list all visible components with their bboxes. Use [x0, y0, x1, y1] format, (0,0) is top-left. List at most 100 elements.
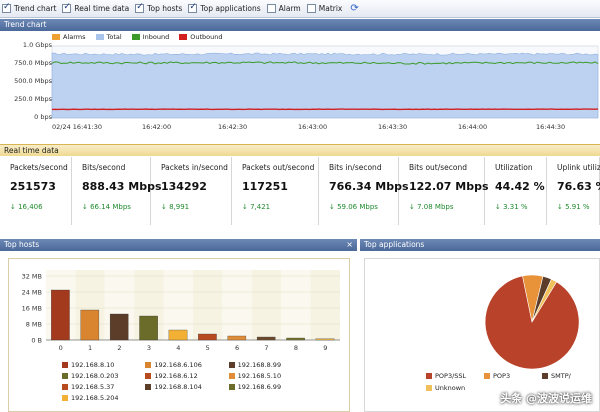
top-hosts-legend: 192.168.8.10 192.168.6.106 192.168.8.99 192… — [62, 361, 312, 402]
y-tick-label: 16 MB — [22, 305, 42, 313]
metric-value: 134292 — [161, 180, 207, 193]
legend-swatch — [62, 362, 68, 368]
top-hosts-panel: 32 MB 24 MB 16 MB 8 MB 0 B 0 1 2 3 4 5 6 7 8 9 192.168… — [0, 252, 357, 412]
bar-host-0[interactable] — [51, 289, 70, 341]
metric-value: 44.42 % — [495, 180, 545, 193]
metric-delta: ↓ 66.14 Mbps — [82, 203, 131, 211]
legend-swatch — [484, 373, 490, 379]
metric-delta: ↓ 8,991 — [161, 203, 190, 211]
bar-host-7[interactable] — [256, 336, 276, 341]
x-tick-label: 16:42:30 — [218, 123, 248, 131]
x-tick-label: 16:44:30 — [536, 123, 566, 131]
y-tick-label: 1.0 Gbps — [22, 41, 52, 49]
legend-item-host: 192.168.5.10 — [228, 372, 312, 380]
toolbar-toggle-trend-chart[interactable]: Trend chart — [2, 2, 56, 13]
legend-swatch — [228, 384, 235, 390]
legend-label: 192.168.8.104 — [154, 383, 202, 391]
bar-host-9[interactable] — [315, 338, 335, 341]
x-tick-label: 16:42:00 — [142, 123, 172, 131]
toolbar-toggle-real-time-data[interactable]: Real time data — [62, 2, 129, 13]
checkbox[interactable] — [2, 2, 11, 13]
legend-swatch — [542, 373, 548, 379]
x-tick-label: 02/24 16:41:30 — [52, 123, 102, 131]
y-tick-label: 0 B — [31, 337, 42, 345]
band — [281, 270, 311, 340]
metric-packets-out-second: Packets out/second 117251 ↓ 7,421 — [232, 157, 319, 225]
trend-chart: Alarms Total Inbound Outbound 1.0 Gbps 750.0… — [0, 31, 600, 142]
bar-host-1[interactable] — [80, 309, 100, 341]
legend-item-host: 192.168.8.10 — [62, 361, 145, 369]
metric-bits-second: Bits/second 888.43 Mbps ↓ 66.14 Mbps — [72, 157, 162, 225]
legend-swatch — [62, 395, 68, 401]
toolbar-toggle-label: Alarm — [278, 4, 301, 13]
legend-label: 192.168.0.203 — [71, 372, 119, 380]
toolbar-toggle-alarm[interactable]: Alarm — [266, 4, 301, 13]
y-tick-label: 0 bps — [34, 113, 52, 121]
legend-label: 192.168.5.37 — [71, 383, 115, 391]
trend-chart-header: Trend chart — [0, 19, 600, 31]
bar-host-3[interactable] — [139, 315, 158, 341]
checkbox[interactable] — [135, 2, 145, 13]
toolbar-toggle-top-applications[interactable]: Top applications — [188, 2, 261, 13]
bar-host-2[interactable] — [109, 313, 129, 341]
metric-delta: ↓ 3.31 % — [495, 203, 528, 211]
metric-bits-out-second: Bits out/second 122.07 Mbps ↓ 7.08 Mbps — [399, 157, 489, 225]
legend-swatch — [62, 373, 68, 379]
y-tick-label: 750.0 Mbps — [14, 59, 52, 67]
metric-value: 251573 — [10, 180, 56, 193]
legend-label: POP3/SSL — [435, 372, 467, 380]
x-tick-label: 8 — [294, 344, 298, 352]
x-tick-label: 5 — [206, 344, 210, 352]
checkbox[interactable] — [62, 2, 72, 13]
legend-item-host: 192.168.6.99 — [228, 383, 312, 391]
top-apps-legend: POP3/SSL POP3 SMTP/Unknown — [426, 372, 582, 392]
legend-item-host: 192.168.0.203 — [62, 372, 145, 380]
y-tick-label: 250.0 Mbps — [14, 95, 52, 103]
metric-utilization: Utilization 44.42 % ↓ 3.31 % — [485, 157, 547, 225]
close-icon[interactable]: × — [346, 239, 353, 251]
band — [251, 270, 282, 340]
checkbox[interactable] — [188, 2, 198, 13]
top-apps-title: Top applications — [364, 240, 425, 249]
legend-label: 192.168.8.99 — [237, 361, 282, 369]
bar-host-4[interactable] — [168, 329, 188, 341]
legend-swatch — [228, 362, 235, 368]
toolbar-toggle-top-hosts[interactable]: Top hosts — [135, 2, 182, 13]
legend-swatch — [62, 384, 68, 390]
checkbox[interactable] — [266, 4, 276, 13]
bar-host-5[interactable] — [198, 333, 217, 341]
refresh-icon[interactable]: ⟳ — [350, 3, 358, 14]
metric-value: 76.63 % — [557, 180, 600, 193]
bar-host-6[interactable] — [227, 335, 247, 341]
metric-label: Bits out/second — [409, 163, 468, 172]
metric-delta: ↓ 16,406 — [10, 203, 43, 211]
band — [310, 270, 340, 340]
y-tick-label: 32 MB — [22, 273, 42, 281]
legend-item-app: SMTP/ — [542, 372, 582, 380]
x-tick-label: 4 — [176, 344, 180, 352]
metric-label: Packets in/second — [161, 163, 228, 172]
legend-label: 192.168.5.10 — [237, 372, 282, 380]
bar-host-8[interactable] — [286, 337, 305, 341]
checkbox[interactable] — [306, 4, 316, 13]
metric-delta: ↓ 7.08 Mbps — [409, 203, 454, 211]
legend-swatch — [145, 384, 152, 390]
legend-swatch — [426, 385, 432, 391]
legend-item-app: POP3/SSL — [426, 372, 484, 380]
x-tick-label: 1 — [88, 344, 92, 352]
legend-item-host: 192.168.5.204 — [62, 394, 145, 402]
y-tick-label: 500.0 Mbps — [14, 77, 52, 85]
legend-item-host: 192.168.5.37 — [62, 383, 145, 391]
legend-swatch — [228, 373, 235, 379]
legend-label: Unknown — [435, 384, 466, 392]
legend-label: 192.168.6.106 — [154, 361, 202, 369]
legend-label: 192.168.6.99 — [237, 383, 282, 391]
toolbar-toggle-matrix[interactable]: Matrix — [306, 4, 342, 13]
band — [193, 270, 223, 340]
band — [222, 270, 252, 340]
metric-bits-in-second: Bits in/second 766.34 Mbps ↓ 59.06 Mbps — [319, 157, 409, 225]
watermark: 头条 @波波说运维 — [500, 392, 592, 405]
metric-packets-in-second: Packets in/second 134292 ↓ 8,991 — [151, 157, 232, 225]
x-tick-label: 16:43:00 — [298, 123, 328, 131]
realtime-header: Real time data — [0, 144, 600, 156]
